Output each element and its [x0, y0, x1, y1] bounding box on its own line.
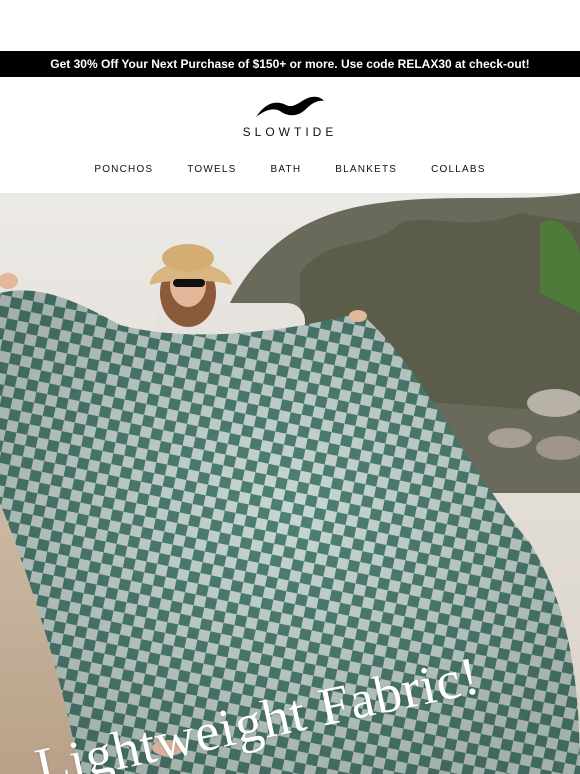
nav-item-collabs[interactable]: COLLABS	[431, 164, 486, 175]
hero-banner[interactable]: Lightweight Fabric!	[0, 193, 580, 774]
main-nav: PONCHOS TOWELS BATH BLANKETS COLLABS	[0, 164, 580, 175]
nav-item-towels[interactable]: TOWELS	[187, 164, 236, 175]
promo-banner[interactable]: Get 30% Off Your Next Purchase of $150+ …	[0, 51, 580, 77]
nav-item-blankets[interactable]: BLANKETS	[335, 164, 397, 175]
brand-name: SLOWTIDE	[242, 125, 338, 139]
brand-logo[interactable]: SLOWTIDE	[0, 95, 580, 139]
nav-item-bath[interactable]: BATH	[271, 164, 302, 175]
top-spacer	[0, 0, 580, 51]
promo-text: Get 30% Off Your Next Purchase of $150+ …	[50, 57, 530, 71]
wave-logo-icon	[256, 96, 324, 117]
nav-item-ponchos[interactable]: PONCHOS	[94, 164, 153, 175]
